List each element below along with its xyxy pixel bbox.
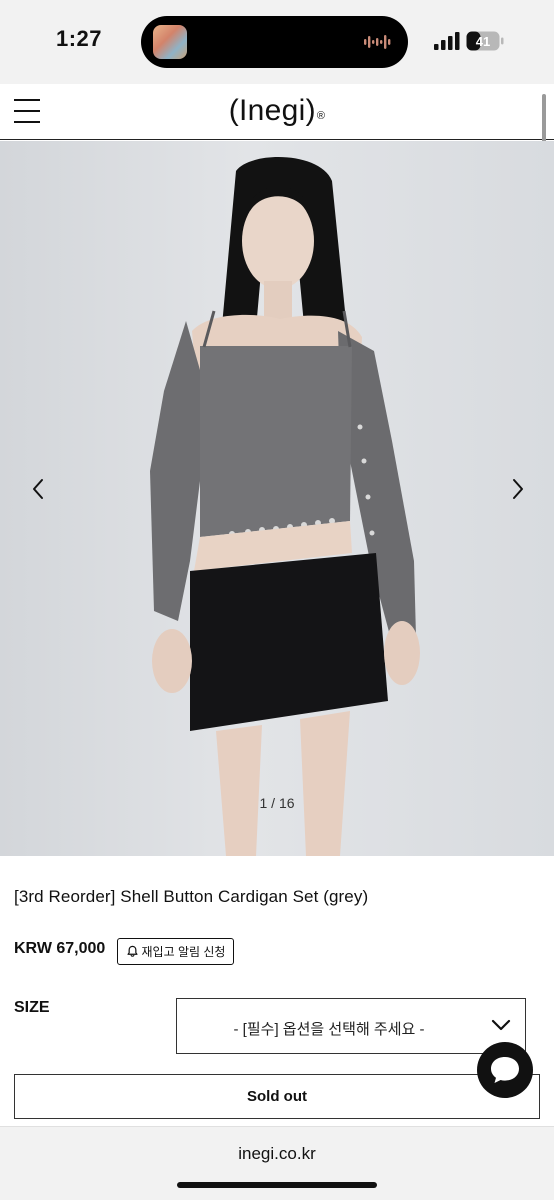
product-image-gallery[interactable]: 1 / 16 xyxy=(0,141,554,856)
product-photo xyxy=(150,157,420,856)
registered-mark: ® xyxy=(316,110,326,122)
chat-bubble-icon xyxy=(491,1057,519,1083)
size-option-label: SIZE xyxy=(14,999,50,1016)
status-time: 1:27 xyxy=(56,26,103,51)
product-title: [3rd Reorder] Shell Button Cardigan Set … xyxy=(14,887,369,906)
cellular-signal-icon xyxy=(434,32,460,50)
brand-logo[interactable]: (Inegi)® xyxy=(0,94,554,128)
size-select-value: - [필수] 옵션을 선택해 주세요 - xyxy=(233,1021,425,1038)
bell-icon xyxy=(126,945,138,957)
chevron-right-icon[interactable] xyxy=(502,474,532,504)
dynamic-island[interactable] xyxy=(141,16,408,68)
gallery-counter: 1 / 16 xyxy=(259,795,295,811)
brand-name: (Inegi) xyxy=(228,94,316,127)
site-header: (Inegi)® xyxy=(0,84,554,140)
home-indicator[interactable] xyxy=(177,1182,377,1188)
chevron-left-icon[interactable] xyxy=(24,474,54,504)
restock-alert-label: 재입고 알림 신청 xyxy=(141,945,226,959)
chat-button[interactable] xyxy=(477,1042,533,1098)
browser-address-bar[interactable]: inegi.co.kr xyxy=(0,1126,554,1200)
battery-level: 41 xyxy=(476,34,490,49)
now-playing-thumbnail xyxy=(153,25,187,59)
chevron-down-icon xyxy=(491,1019,511,1031)
status-bar: 1:27 41 xyxy=(0,0,554,84)
sold-out-button[interactable]: Sold out xyxy=(14,1074,540,1119)
sold-out-label: Sold out xyxy=(247,1088,307,1105)
restock-alert-button[interactable]: 재입고 알림 신청 xyxy=(117,938,234,965)
audio-waveform-icon xyxy=(364,35,391,49)
battery-icon: 41 xyxy=(466,31,504,51)
url-text[interactable]: inegi.co.kr xyxy=(0,1144,554,1164)
product-price: KRW 67,000 xyxy=(14,940,106,957)
size-select[interactable]: - [필수] 옵션을 선택해 주세요 - xyxy=(176,998,526,1054)
